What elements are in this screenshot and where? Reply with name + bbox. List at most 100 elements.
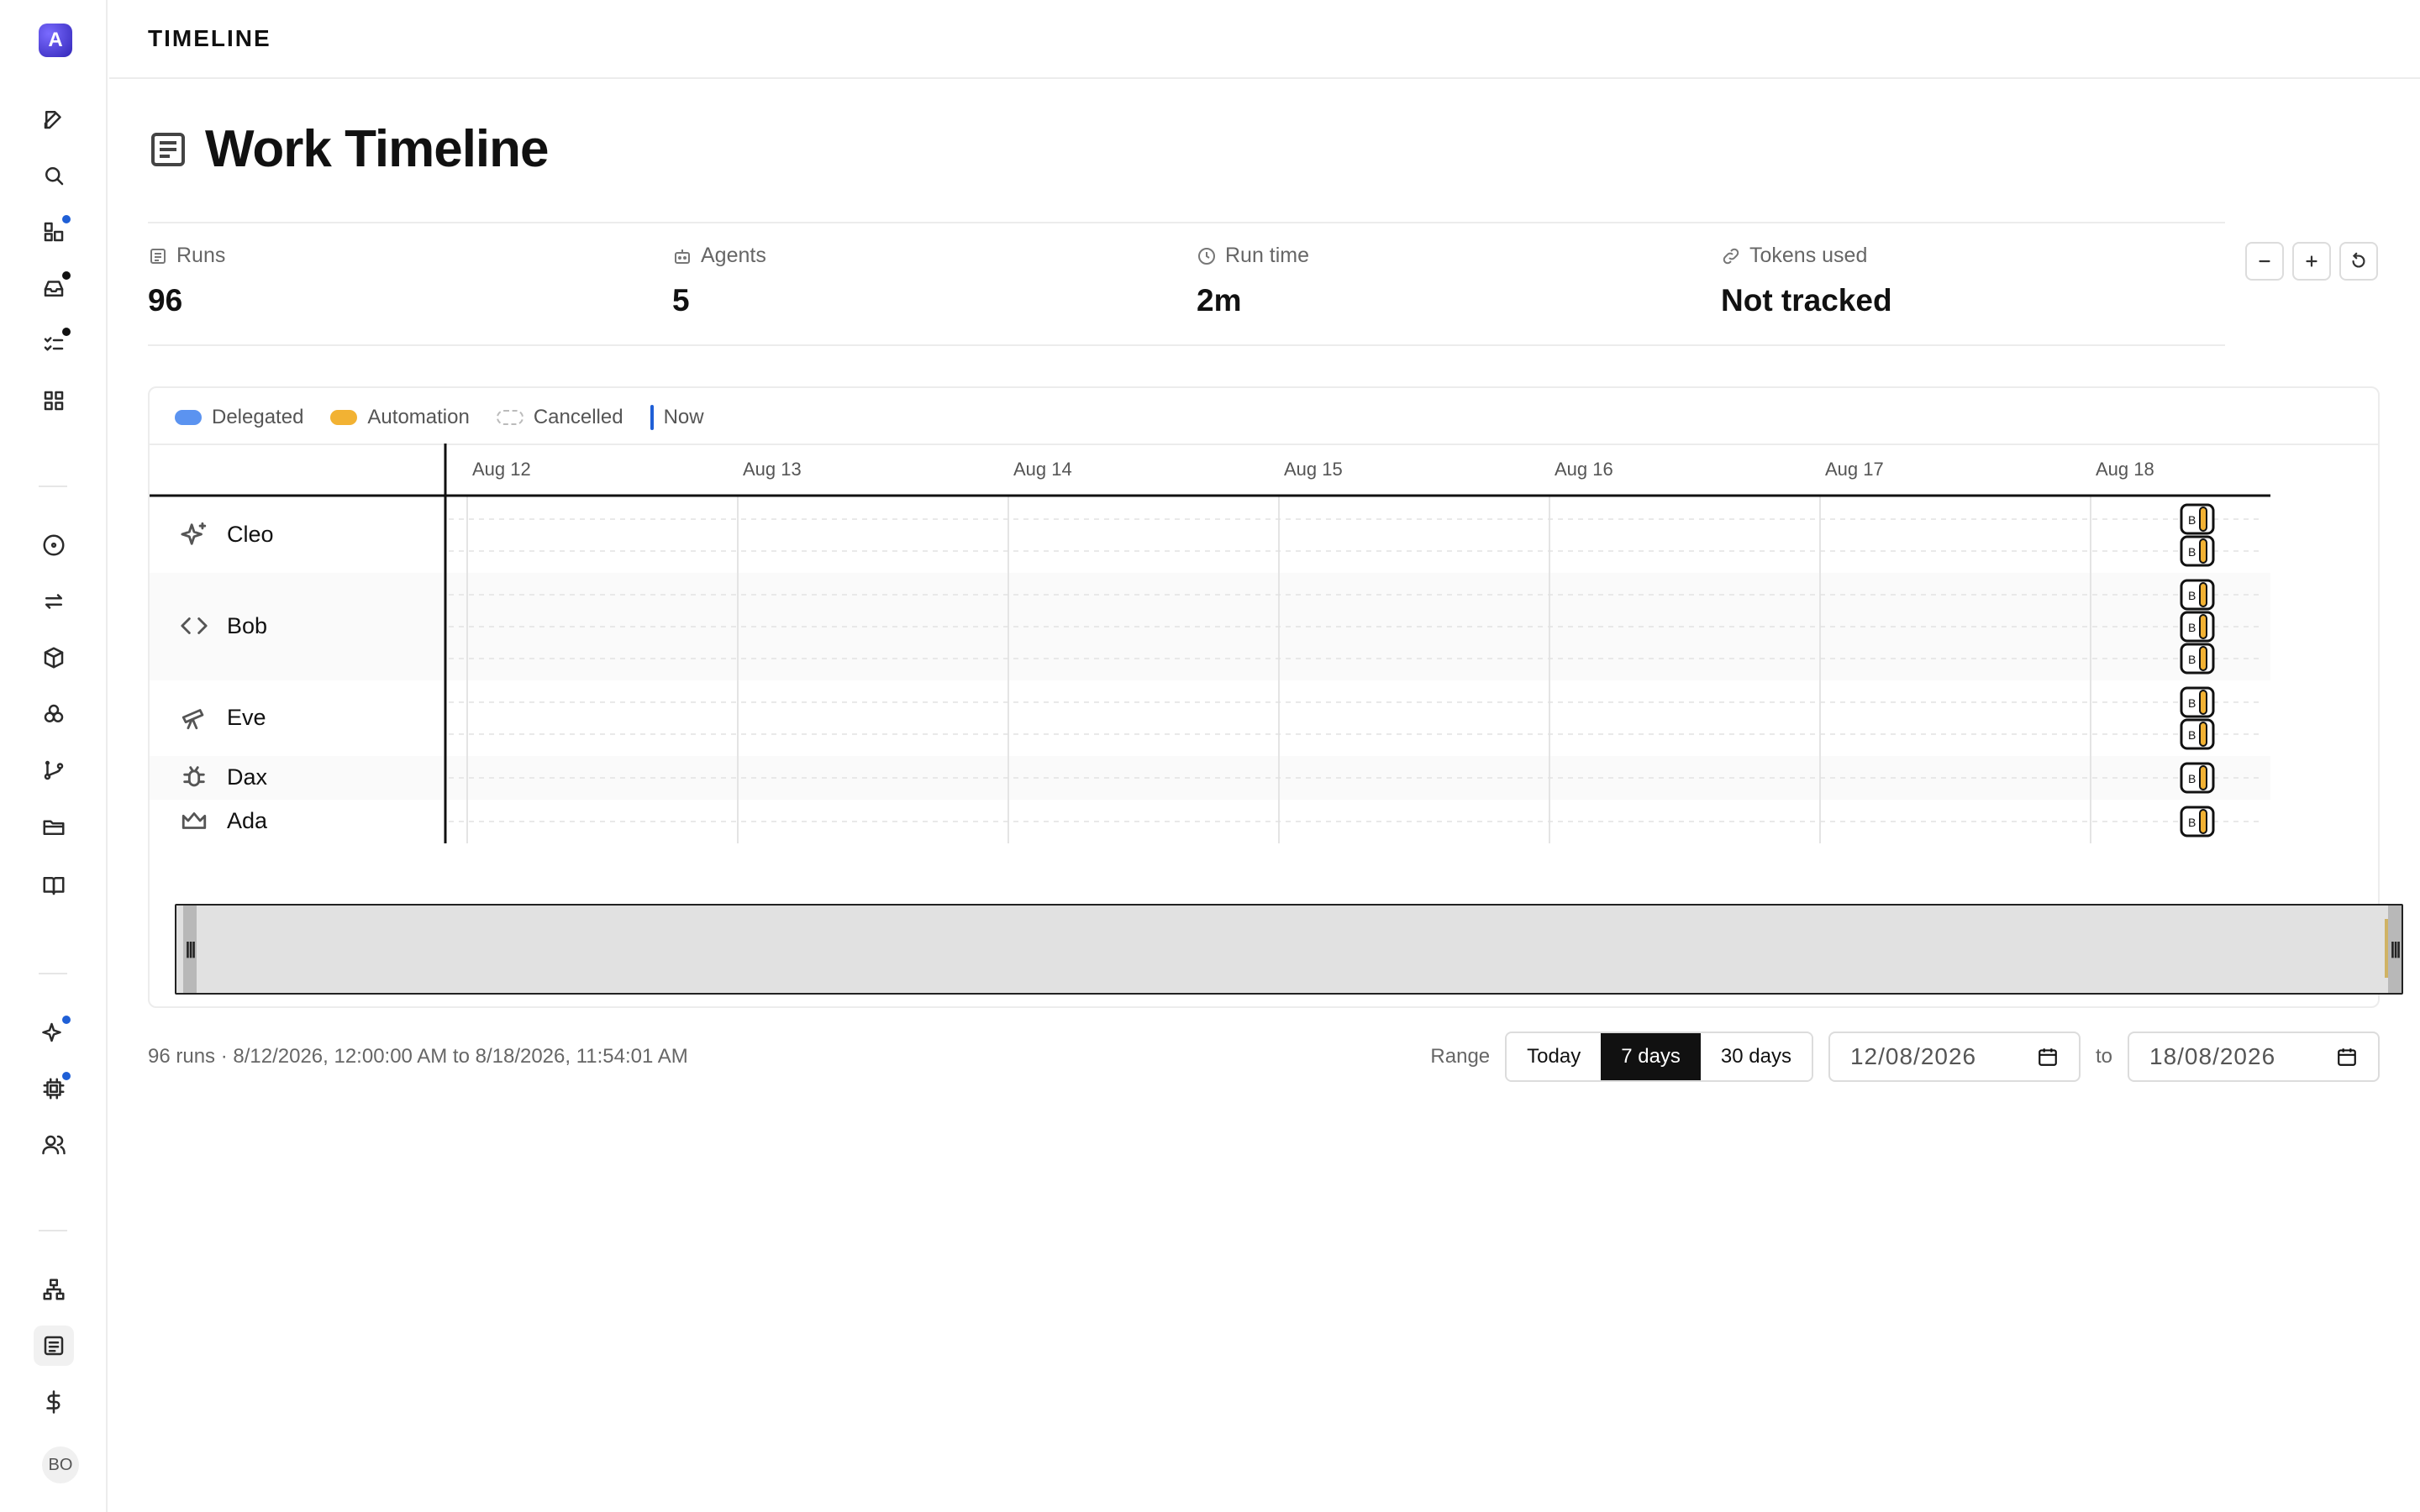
legend-automation: Automation [330, 406, 470, 429]
new-item-icon[interactable] [34, 99, 74, 139]
run-label: B [2188, 589, 2196, 602]
stat-value: 2m [1197, 283, 1242, 318]
range-label: Range [1430, 1045, 1491, 1068]
apps-grid-icon[interactable] [34, 381, 74, 421]
app-logo[interactable]: A [39, 24, 72, 57]
range-30-days-button[interactable]: 30 days [1700, 1033, 1812, 1080]
components-icon[interactable] [34, 694, 74, 734]
timeline-minimap[interactable]: ||| ||| [175, 904, 2403, 995]
run-block [2180, 503, 2215, 535]
date-to-value: 18/08/2026 [2149, 1043, 2276, 1069]
run-block [2180, 611, 2215, 643]
run-label: B [2188, 772, 2196, 785]
legend-now: Now [650, 405, 704, 430]
link-icon [1723, 248, 1739, 264]
agent-row-label[interactable]: Ada [180, 806, 267, 835]
page-title: Work Timeline [205, 120, 549, 178]
minimap-left-handle[interactable]: ||| [183, 906, 197, 993]
range-controls: Range Today 7 days 30 days 12/08/2026 to… [1430, 1032, 2380, 1082]
stat-run-time: Run time 2m [1197, 244, 1309, 318]
chip-icon[interactable] [34, 1068, 74, 1109]
run-bar [2199, 646, 2207, 671]
day-label: Aug 12 [472, 459, 531, 480]
stat-label: Tokens used [1749, 244, 1868, 267]
tasks-icon[interactable] [34, 324, 74, 365]
legend-label: Delegated [212, 406, 304, 428]
grip-icon: ||| [2390, 939, 2402, 958]
range-segmented-control: Today 7 days 30 days [1505, 1032, 1813, 1082]
dashboard-icon[interactable] [34, 212, 74, 252]
sidebar-divider [39, 1230, 67, 1231]
timeline-icon [151, 132, 185, 166]
agent-row-label[interactable]: Eve [180, 703, 266, 732]
notification-dot [60, 213, 72, 225]
day-label: Aug 13 [743, 459, 802, 480]
automation-swatch [330, 410, 358, 425]
sparkle-icon[interactable] [34, 1012, 74, 1053]
stat-value: 96 [148, 283, 183, 318]
folder-icon[interactable] [34, 806, 74, 847]
avatar[interactable]: BO [42, 1446, 79, 1483]
now-marker [650, 405, 654, 430]
calendar-icon[interactable] [2336, 1046, 2358, 1068]
run-block [2180, 762, 2215, 794]
run-label: B [2188, 816, 2196, 829]
book-icon[interactable] [34, 865, 74, 906]
date-to-input[interactable]: 18/08/2026 [2128, 1032, 2380, 1082]
timeline-grid: Aug 12 Aug 13 Aug 14 Aug 15 Aug 16 Aug 17 Aug … [150, 444, 2270, 843]
day-label: Aug 14 [1013, 459, 1072, 480]
notification-dot [60, 270, 72, 281]
run-label: B [2188, 728, 2196, 742]
zoom-in-button[interactable] [2292, 242, 2331, 281]
reset-zoom-button[interactable] [2339, 242, 2378, 281]
sidebar-divider [39, 486, 67, 487]
zoom-out-button[interactable] [2245, 242, 2284, 281]
swap-icon[interactable] [34, 581, 74, 622]
users-icon[interactable] [34, 1125, 74, 1165]
agent-name: Ada [227, 807, 268, 833]
run-block [2180, 806, 2215, 837]
range-7-days-button[interactable]: 7 days [1601, 1033, 1701, 1080]
topbar-title: TIMELINE [148, 25, 271, 51]
legend-label: Cancelled [533, 406, 623, 428]
day-label: Aug 18 [2096, 459, 2154, 480]
minus-icon [2259, 260, 2270, 263]
run-block [2180, 643, 2215, 675]
search-icon[interactable] [34, 155, 74, 196]
run-bar [2199, 538, 2207, 564]
run-label: B [2188, 545, 2196, 559]
day-label: Aug 16 [1555, 459, 1613, 480]
inbox-icon[interactable] [34, 268, 74, 308]
day-label: Aug 17 [1825, 459, 1884, 480]
date-from-input[interactable]: 12/08/2026 [1828, 1032, 2081, 1082]
bug-icon [183, 766, 205, 787]
day-label: Aug 15 [1284, 459, 1343, 480]
stat-label: Agents [701, 244, 766, 267]
agent-name: Eve [227, 704, 266, 730]
run-summary: 96 runs · 8/12/2026, 12:00:00 AM to 8/18… [148, 1045, 688, 1068]
agent-row-label[interactable]: Cleo [180, 520, 274, 549]
legend-label: Now [663, 406, 704, 428]
legend-label: Automation [367, 406, 470, 428]
sidebar-divider [39, 973, 67, 974]
agent-row-label[interactable]: Bob [180, 612, 267, 640]
git-branch-icon[interactable] [34, 750, 74, 790]
minimap-right-handle[interactable]: ||| [2388, 906, 2402, 993]
run-bar [2199, 722, 2207, 747]
run-bar [2199, 690, 2207, 715]
run-bar [2199, 614, 2207, 639]
package-icon[interactable] [34, 638, 74, 678]
run-block [2180, 579, 2215, 611]
timeline-nav-icon[interactable] [34, 1326, 74, 1366]
circle-dot-icon[interactable] [34, 525, 74, 565]
plus-icon [2306, 255, 2317, 267]
dollar-icon[interactable] [34, 1382, 74, 1422]
range-today-button[interactable]: Today [1507, 1033, 1602, 1080]
stat-agents: Agents 5 [672, 244, 766, 318]
to-label: to [2095, 1045, 2112, 1068]
hierarchy-icon[interactable] [34, 1269, 74, 1310]
telescope-icon [182, 709, 204, 730]
run-block [2180, 686, 2215, 718]
calendar-icon[interactable] [2037, 1046, 2059, 1068]
agent-row-label[interactable]: Dax [180, 763, 267, 791]
